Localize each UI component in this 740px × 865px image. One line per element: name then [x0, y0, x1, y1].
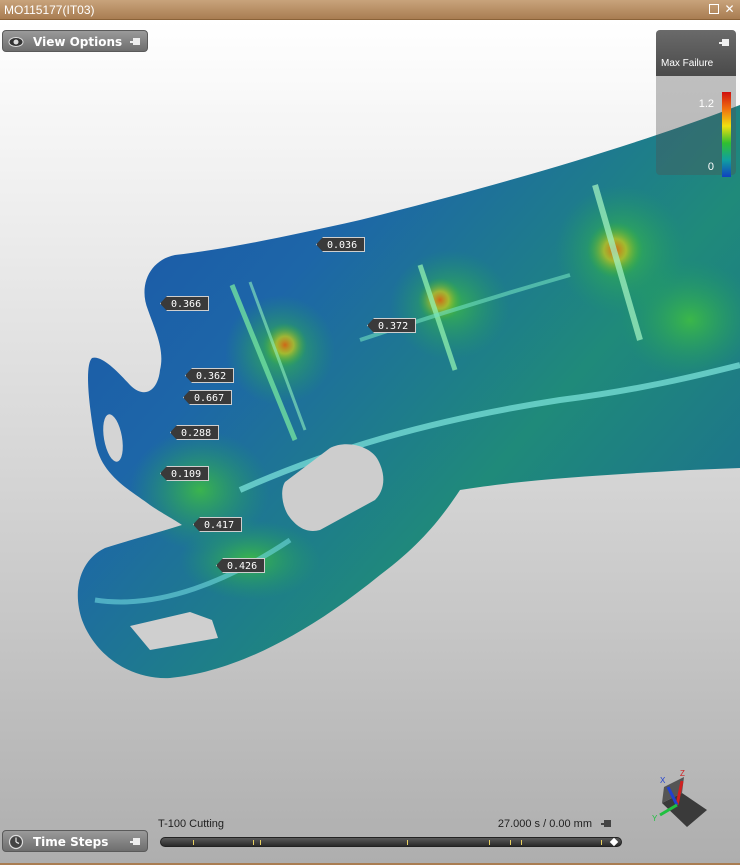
z-axis-label: Z — [680, 769, 685, 778]
view-options-button[interactable]: View Options — [2, 30, 148, 52]
result-callout[interactable]: 0.362 — [185, 368, 235, 383]
close-icon: ✕ — [724, 2, 735, 16]
result-callout[interactable]: 0.426 — [216, 558, 266, 573]
time-steps-label: Time Steps — [33, 835, 109, 849]
result-callout[interactable]: 0.366 — [160, 296, 210, 311]
result-callout[interactable]: 0.109 — [160, 466, 210, 481]
legend-color-bar — [722, 92, 731, 177]
pin-icon[interactable] — [129, 35, 143, 49]
color-legend: Max Failure 1.2 0 — [656, 30, 736, 177]
close-button[interactable]: ✕ — [723, 3, 736, 16]
time-step-name: T-100 Cutting — [158, 818, 225, 830]
timeline-handle[interactable] — [609, 837, 619, 847]
y-axis-label: Y — [652, 814, 658, 823]
legend-min-value: 0 — [707, 161, 714, 173]
result-callout[interactable]: 0.372 — [367, 318, 417, 333]
time-steps-button[interactable]: Time Steps — [2, 830, 148, 852]
timeline-tick[interactable] — [510, 840, 511, 845]
result-callout[interactable]: 0.417 — [193, 517, 243, 532]
eye-icon — [8, 37, 24, 47]
axis-triad[interactable]: Z X Y — [642, 765, 712, 835]
maximize-icon — [708, 4, 719, 14]
result-callout[interactable]: 0.667 — [183, 390, 233, 405]
timeline-tick[interactable] — [253, 840, 254, 845]
timeline-pin-icon[interactable] — [600, 817, 614, 831]
result-callout[interactable]: 0.288 — [170, 425, 220, 440]
result-callout[interactable]: 0.036 — [316, 237, 366, 252]
clock-icon — [8, 834, 24, 850]
time-readout: 27.000 s / 0.00 mm — [497, 818, 592, 830]
timeline-tick[interactable] — [407, 840, 408, 845]
window-title-bar: MO115177(IT03) ✕ — [0, 0, 740, 20]
timeline-tick[interactable] — [489, 840, 490, 845]
legend-pin-icon[interactable] — [718, 36, 732, 50]
view-options-label: View Options — [33, 35, 123, 49]
window-title: MO115177(IT03) — [4, 3, 95, 17]
maximize-button[interactable] — [707, 3, 720, 16]
time-step-slider[interactable] — [160, 837, 622, 847]
timeline-tick[interactable] — [521, 840, 522, 845]
x-axis-label: X — [660, 776, 666, 785]
timeline-tick[interactable] — [260, 840, 261, 845]
3d-viewport[interactable]: View Options Max Failure 1.2 0 0.036 0.3… — [0, 20, 740, 865]
timeline-tick[interactable] — [193, 840, 194, 845]
timeline-tick[interactable] — [601, 840, 602, 845]
pin-icon[interactable] — [129, 835, 143, 849]
legend-title: Max Failure — [661, 58, 714, 69]
sheet-metal-part-render[interactable] — [0, 20, 740, 865]
legend-max-value: 1.2 — [698, 98, 714, 110]
